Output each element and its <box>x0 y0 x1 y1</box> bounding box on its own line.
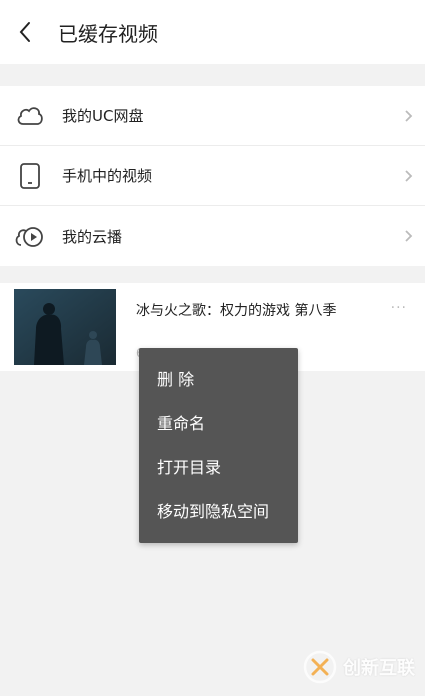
back-button[interactable] <box>0 0 50 64</box>
cloud-icon <box>0 86 60 146</box>
context-item-move-private[interactable]: 移动到隐私空间 <box>139 490 298 534</box>
menu-item-label: 我的云播 <box>62 227 123 246</box>
more-options-button[interactable]: ··· <box>391 300 407 316</box>
chevron-left-icon <box>19 22 30 42</box>
menu-item-label: 手机中的视频 <box>62 167 153 185</box>
menu-item-uc-drive[interactable]: 我的UC网盘 <box>0 86 425 146</box>
context-item-open-folder[interactable]: 打开目录 <box>139 446 298 490</box>
context-item-delete[interactable]: 删 除 <box>139 358 298 402</box>
watermark-text: 创新互联 <box>343 658 415 679</box>
menu-item-phone-videos[interactable]: 手机中的视频 <box>0 146 425 206</box>
context-menu: 删 除 重命名 打开目录 移动到隐私空间 <box>139 348 298 543</box>
chevron-right-icon <box>391 109 425 123</box>
menu-item-cloud-play[interactable]: 我的云播 <box>0 206 425 266</box>
source-list: 我的UC网盘 手机中的视频 我的云播 <box>0 86 425 266</box>
menu-item-label: 我的UC网盘 <box>62 107 144 125</box>
video-title: 冰与火之歌：权力的游戏 第八季 <box>136 303 337 319</box>
cloud-play-icon <box>0 206 60 266</box>
video-thumbnail <box>14 289 116 365</box>
watermark: 创新互联 <box>303 650 415 684</box>
page-title: 已缓存视频 <box>58 21 158 46</box>
chevron-right-icon <box>391 169 425 183</box>
context-item-rename[interactable]: 重命名 <box>139 402 298 446</box>
page: 已缓存视频 我的UC网盘 手机中的视频 我的云播 冰与火之歌：权力的游戏 第八季… <box>0 0 425 696</box>
top-bar: 已缓存视频 <box>0 0 425 64</box>
logo-icon <box>303 650 337 684</box>
phone-icon <box>0 146 60 206</box>
chevron-right-icon <box>391 229 425 243</box>
